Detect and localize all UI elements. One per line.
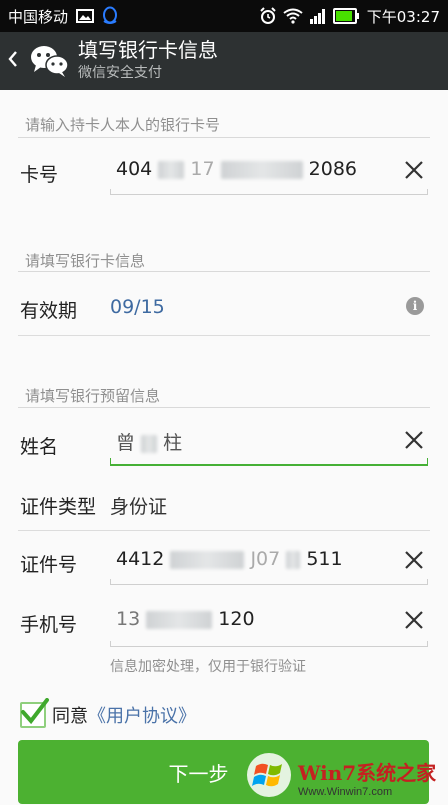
watermark: Win7系统之家 Www.Winwin7.com: [246, 751, 446, 803]
battery-icon: [332, 8, 359, 24]
id-number-start: 4412: [116, 548, 165, 570]
card-number-end: 2086: [308, 158, 357, 180]
card-number-start: 404: [116, 158, 153, 180]
id-number-end: 511: [306, 548, 343, 570]
close-icon: [404, 430, 424, 454]
close-icon: [404, 160, 424, 184]
alarm-icon: [259, 7, 277, 25]
chevron-left-icon: [7, 50, 19, 72]
checkmark-icon: [20, 698, 50, 731]
agreement-row: 同意 《用户协议》: [20, 698, 196, 728]
clear-id-number-button[interactable]: [402, 550, 426, 574]
masked-digits: [158, 160, 185, 179]
expiry-value[interactable]: 09/15: [110, 296, 165, 318]
name-underline-active: [110, 458, 428, 466]
section-divider: [18, 407, 430, 408]
row-divider: [18, 530, 430, 531]
wechat-icon: [26, 38, 72, 84]
next-button-label: 下一步: [168, 761, 229, 786]
clear-name-button[interactable]: [402, 430, 426, 454]
section-divider: [18, 137, 430, 138]
name-end: 柱: [163, 432, 183, 454]
carrier-label: 中国移动: [8, 7, 69, 26]
image-icon: [76, 9, 95, 23]
bank-info-section-title: 请填写银行卡信息: [25, 252, 146, 270]
agreement-checkbox[interactable]: [20, 698, 49, 728]
masked-characters: [141, 434, 158, 453]
masked-digits: [170, 550, 245, 569]
reserved-info-section-title: 请填写银行预留信息: [25, 387, 161, 405]
wifi-icon: [283, 8, 303, 24]
qq-icon: [102, 6, 118, 26]
card-number-label: 卡号: [20, 164, 59, 186]
name-start: 曾: [116, 432, 136, 454]
clear-card-number-button[interactable]: [402, 160, 426, 184]
expiry-label: 有效期: [20, 300, 78, 322]
card-number-input[interactable]: 404 17 2086: [116, 158, 357, 180]
close-icon: [404, 610, 424, 634]
card-number-underline: [110, 189, 428, 195]
agreement-text: 同意: [52, 706, 88, 727]
id-type-value[interactable]: 身份证: [110, 492, 167, 519]
id-number-mid: J07: [250, 548, 281, 570]
phone-label: 手机号: [20, 614, 78, 636]
card-number-mid: 17: [190, 158, 215, 180]
masked-digits: [220, 160, 303, 179]
back-button[interactable]: [0, 32, 26, 90]
id-number-input[interactable]: 4412 J07 511: [116, 548, 343, 570]
phone-input[interactable]: 13 120: [116, 608, 255, 630]
clear-phone-button[interactable]: [402, 610, 426, 634]
section-divider: [18, 271, 430, 272]
phone-underline: [110, 641, 428, 647]
status-bar: 中国移动 下午03:27: [0, 0, 448, 32]
id-number-label: 证件号: [20, 554, 78, 576]
phone-start: 13: [116, 608, 141, 630]
phone-end: 120: [218, 608, 255, 630]
user-agreement-link[interactable]: 《用户协议》: [88, 702, 196, 728]
card-section-title: 请输入持卡人本人的银行卡号: [25, 116, 221, 134]
name-input[interactable]: 曾 柱: [116, 428, 182, 455]
masked-digits: [146, 610, 213, 629]
page-subtitle: 微信安全支付: [78, 65, 162, 81]
id-number-underline: [110, 579, 428, 585]
close-icon: [404, 550, 424, 574]
signal-icon: [309, 8, 327, 24]
name-label: 姓名: [20, 436, 59, 458]
id-type-label: 证件类型: [20, 496, 97, 518]
row-divider: [18, 335, 430, 336]
windows-logo-icon: [246, 752, 292, 802]
app-header: 填写银行卡信息 微信安全支付: [0, 32, 448, 90]
watermark-title: Win7系统之家: [298, 760, 437, 785]
masked-digits: [286, 550, 301, 569]
watermark-url: Www.Winwin7.com: [298, 785, 393, 798]
form-content: 请输入持卡人本人的银行卡号 卡号 404 17 2086 请填写银行卡信息 有效…: [0, 90, 448, 805]
info-icon[interactable]: i: [406, 297, 424, 315]
page-title: 填写银行卡信息: [78, 38, 218, 62]
clock-label: 下午03:27: [366, 7, 440, 26]
phone-hint: 信息加密处理，仅用于银行验证: [110, 659, 306, 675]
